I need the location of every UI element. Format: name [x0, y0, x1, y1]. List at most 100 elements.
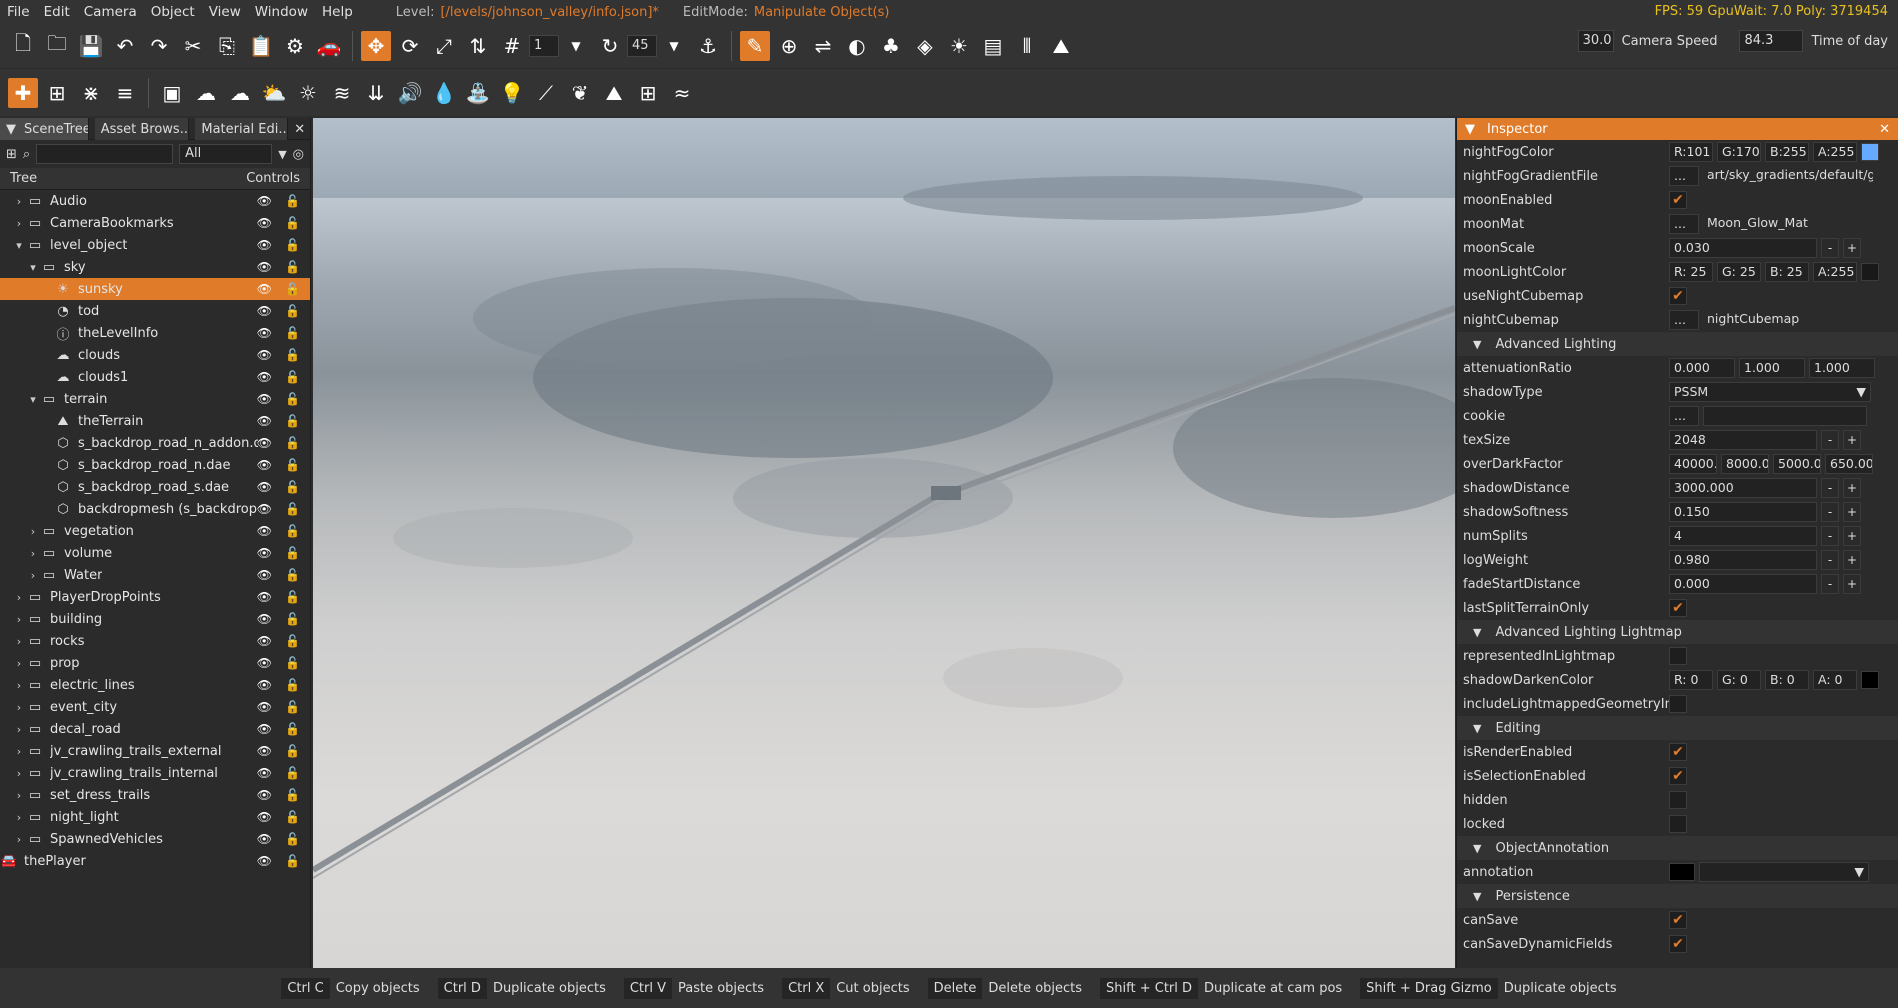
menu-camera[interactable]: Camera — [77, 4, 144, 20]
section-advanced-lighting[interactable]: ▼ Advanced Lighting — [1457, 332, 1898, 356]
checkbox[interactable]: ✔ — [1669, 935, 1687, 953]
lock-icon[interactable]: 🔓 — [285, 524, 300, 538]
number-field[interactable]: 1.000 — [1809, 358, 1875, 378]
browse-button[interactable]: ... — [1669, 166, 1699, 186]
increment-button[interactable]: + — [1843, 550, 1861, 570]
expand-arrow-icon[interactable]: › — [26, 525, 40, 538]
sound-icon[interactable]: 🔊 — [395, 78, 425, 108]
color-swatch[interactable] — [1861, 263, 1879, 281]
color-b-field[interactable]: B: 0 — [1765, 670, 1809, 690]
menu-object[interactable]: Object — [144, 4, 202, 20]
expand-arrow-icon[interactable]: › — [12, 591, 26, 604]
tree-row[interactable]: › ▭ jv_crawling_trails_internal 👁 🔓 — [0, 762, 310, 784]
menu-edit[interactable]: Edit — [37, 4, 77, 20]
plant-icon[interactable]: ❦ — [565, 78, 595, 108]
filter-select[interactable]: All — [179, 144, 273, 164]
node-icon[interactable]: ⋇ — [76, 78, 106, 108]
tree-row[interactable]: ⬡ s_backdrop_road_s.dae 👁 🔓 — [0, 476, 310, 498]
tree-row[interactable]: › ▭ electric_lines 👁 🔓 — [0, 674, 310, 696]
chevron-down-icon[interactable]: ▼ — [561, 31, 591, 61]
mountain-icon[interactable]: ⛰ — [1046, 31, 1076, 61]
lock-icon[interactable]: 🔓 — [285, 634, 300, 648]
scale-icon[interactable]: ⤢ — [429, 31, 459, 61]
target-icon[interactable]: ◎ — [293, 147, 304, 162]
section-advanced-lighting-lightmap[interactable]: ▼ Advanced Lighting Lightmap — [1457, 620, 1898, 644]
eye-icon[interactable]: 👁 — [257, 216, 272, 230]
tree-row[interactable]: › ▭ PlayerDropPoints 👁 🔓 — [0, 586, 310, 608]
angle-snap-input[interactable]: 45 — [627, 35, 657, 57]
expand-arrow-icon[interactable]: › — [12, 657, 26, 670]
place-object-icon[interactable]: ✚ — [8, 77, 38, 108]
expand-arrow-icon[interactable]: › — [12, 833, 26, 846]
browse-button[interactable]: ... — [1669, 310, 1699, 330]
eye-icon[interactable]: 👁 — [257, 656, 272, 670]
tree-row[interactable]: › ▭ jv_crawling_trails_external 👁 🔓 — [0, 740, 310, 762]
tree-row[interactable]: › ▭ SpawnedVehicles 👁 🔓 — [0, 828, 310, 850]
color-a-field[interactable]: A:255 — [1813, 142, 1857, 162]
lock-icon[interactable]: 🔓 — [285, 436, 300, 450]
edit-pencil-icon[interactable]: ✎ — [740, 31, 770, 61]
sun-icon[interactable]: ☼ — [293, 78, 323, 108]
eye-icon[interactable]: 👁 — [257, 260, 272, 274]
expand-arrow-icon[interactable]: › — [12, 195, 26, 208]
number-field[interactable]: 5000.0 — [1773, 454, 1821, 474]
lock-icon[interactable]: 🔓 — [285, 700, 300, 714]
eye-icon[interactable]: 👁 — [257, 634, 272, 648]
lock-icon[interactable]: 🔓 — [285, 766, 300, 780]
tree-row[interactable]: › ▭ event_city 👁 🔓 — [0, 696, 310, 718]
eye-icon[interactable]: 👁 — [257, 304, 272, 318]
layers-icon[interactable]: ◈ — [910, 31, 940, 61]
lock-icon[interactable]: 🔓 — [285, 744, 300, 758]
section-editing[interactable]: ▼ Editing — [1457, 716, 1898, 740]
add-group-icon[interactable]: ⊞ — [42, 78, 72, 108]
save-icon[interactable]: 💾 — [76, 31, 106, 61]
search-input[interactable] — [36, 144, 174, 164]
eye-icon[interactable]: 👁 — [257, 832, 272, 846]
road-mesh-icon[interactable]: ⫴ — [1012, 31, 1042, 61]
checkbox[interactable] — [1669, 695, 1687, 713]
color-r-field[interactable]: R: 25 — [1669, 262, 1713, 282]
water-plane-icon[interactable]: ≈ — [667, 78, 697, 108]
add-object-icon[interactable]: ⊕ — [774, 31, 804, 61]
lock-icon[interactable]: 🔓 — [285, 392, 300, 406]
eye-icon[interactable]: 👁 — [257, 744, 272, 758]
number-field[interactable]: 0.980 — [1669, 550, 1817, 570]
menu-triangle-icon[interactable]: ▼ — [1457, 122, 1475, 137]
color-swatch[interactable] — [1669, 863, 1695, 881]
color-r-field[interactable]: R: 0 — [1669, 670, 1713, 690]
tree-row[interactable]: › ▭ vegetation 👁 🔓 — [0, 520, 310, 542]
expand-arrow-icon[interactable]: › — [26, 547, 40, 560]
tree-row[interactable]: › ▭ Audio 👁 🔓 — [0, 190, 310, 212]
lock-icon[interactable]: 🔓 — [285, 656, 300, 670]
color-b-field[interactable]: B: 25 — [1765, 262, 1809, 282]
tree-row[interactable]: › ▭ CameraBookmarks 👁 🔓 — [0, 212, 310, 234]
cookie-field[interactable] — [1703, 406, 1867, 426]
tab-scenetree[interactable]: ▼ SceneTree — [0, 118, 89, 140]
increment-button[interactable]: + — [1843, 238, 1861, 258]
expand-arrow-icon[interactable]: ▾ — [26, 261, 40, 274]
eye-icon[interactable]: 👁 — [257, 414, 272, 428]
eye-icon[interactable]: 👁 — [257, 502, 272, 516]
eye-icon[interactable]: 👁 — [257, 700, 272, 714]
close-icon[interactable]: ✕ — [1879, 122, 1890, 137]
increment-button[interactable]: + — [1843, 526, 1861, 546]
number-field[interactable]: 8000.0 — [1721, 454, 1769, 474]
lock-icon[interactable]: 🔓 — [285, 788, 300, 802]
color-a-field[interactable]: A: 0 — [1813, 670, 1857, 690]
tab-asset-browser[interactable]: Asset Brows... — [94, 118, 190, 140]
eye-icon[interactable]: 👁 — [257, 568, 272, 582]
menu-view[interactable]: View — [202, 4, 248, 20]
grid-icon[interactable]: ⊞ — [633, 78, 663, 108]
color-b-field[interactable]: B:255 — [1765, 142, 1809, 162]
decrement-button[interactable]: - — [1821, 430, 1839, 450]
terrain-block-icon[interactable]: ⛰ — [599, 78, 629, 108]
eye-icon[interactable]: 👁 — [257, 590, 272, 604]
number-field[interactable]: 0.000 — [1669, 358, 1735, 378]
section-persistence[interactable]: ▼ Persistence — [1457, 884, 1898, 908]
expand-arrow-icon[interactable]: › — [12, 745, 26, 758]
lock-icon[interactable]: 🔓 — [285, 854, 300, 868]
expand-arrow-icon[interactable]: › — [12, 635, 26, 648]
chevron-down-icon[interactable]: ▼ — [278, 148, 286, 161]
eye-icon[interactable]: 👁 — [257, 524, 272, 538]
tree-row[interactable]: › ▭ rocks 👁 🔓 — [0, 630, 310, 652]
